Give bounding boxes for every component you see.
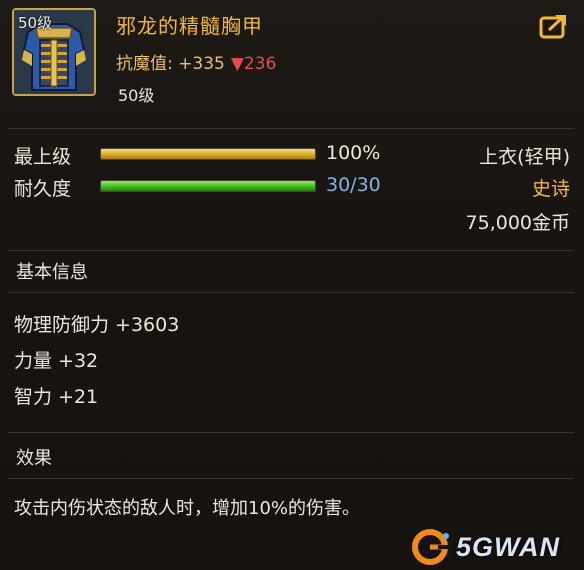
durability-bar-fill [101, 181, 315, 191]
divider [8, 250, 574, 251]
effect-text: 攻击内伤状态的敌人时，增加10%的伤害。 [14, 498, 361, 519]
upgrade-value: 100% [326, 142, 381, 164]
rarity-label: 史诗 [531, 178, 570, 200]
item-icon-level: 50级 [18, 14, 53, 32]
item-icon-frame[interactable]: 50级 [12, 8, 96, 96]
equipment-slot: 上衣(轻甲) [479, 146, 570, 168]
item-price: 75,000金币 [465, 212, 570, 234]
watermark: 5GWAN [410, 526, 560, 568]
divider [8, 478, 574, 479]
watermark-text: 5GWAN [456, 531, 561, 562]
divider [8, 292, 574, 293]
watermark-logo-icon [412, 529, 450, 565]
required-level: 50级 [118, 86, 155, 105]
attribute-physical-defense: 物理防御力 +3603 [14, 314, 180, 336]
share-button[interactable] [539, 12, 569, 40]
attribute-strength: 力量 +32 [14, 350, 99, 372]
item-name: 邪龙的精髓胸甲 [116, 14, 263, 38]
effect-title: 效果 [16, 448, 52, 469]
durability-value: 30/30 [326, 174, 381, 196]
magic-resist-value: +335 [178, 54, 225, 74]
divider [8, 128, 574, 129]
magic-resist-diff: ▼236 [230, 54, 277, 74]
upgrade-label: 最上级 [14, 146, 72, 168]
attribute-intelligence: 智力 +21 [14, 386, 99, 408]
divider [8, 432, 574, 433]
magic-resist-line: 抗魔值: +335 ▼236 [116, 49, 276, 74]
basic-info-title: 基本信息 [16, 262, 88, 283]
upgrade-bar [100, 148, 316, 160]
item-tooltip-panel: 50级 邪龙的精髓胸甲 抗魔值: +335 ▼236 50级 最上级 100% 耐… [0, 0, 584, 570]
durability-label: 耐久度 [14, 178, 72, 200]
upgrade-bar-fill [101, 149, 315, 159]
magic-resist-label: 抗魔值: [116, 54, 173, 74]
durability-bar [100, 180, 316, 192]
share-icon [539, 15, 566, 39]
